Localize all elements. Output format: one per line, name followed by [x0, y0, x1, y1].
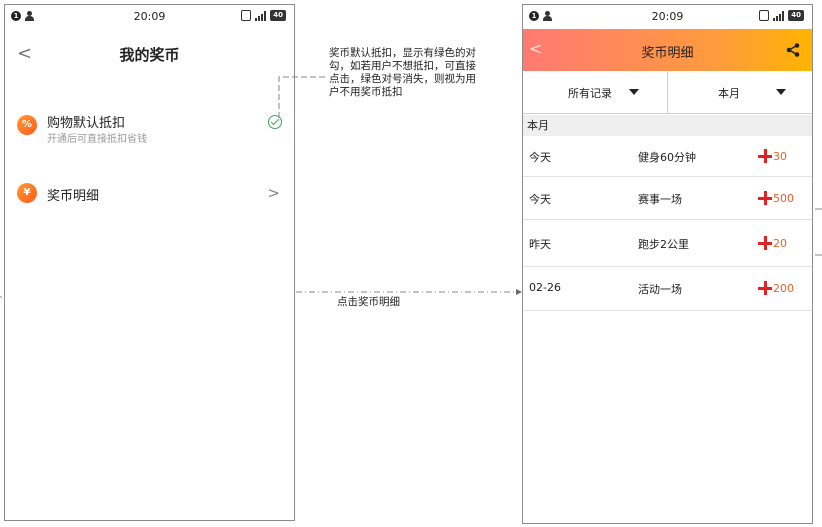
- annotation-connectors: [0, 76, 822, 298]
- connector-line-check: [278, 76, 328, 118]
- arrow-head-icon: [516, 289, 522, 295]
